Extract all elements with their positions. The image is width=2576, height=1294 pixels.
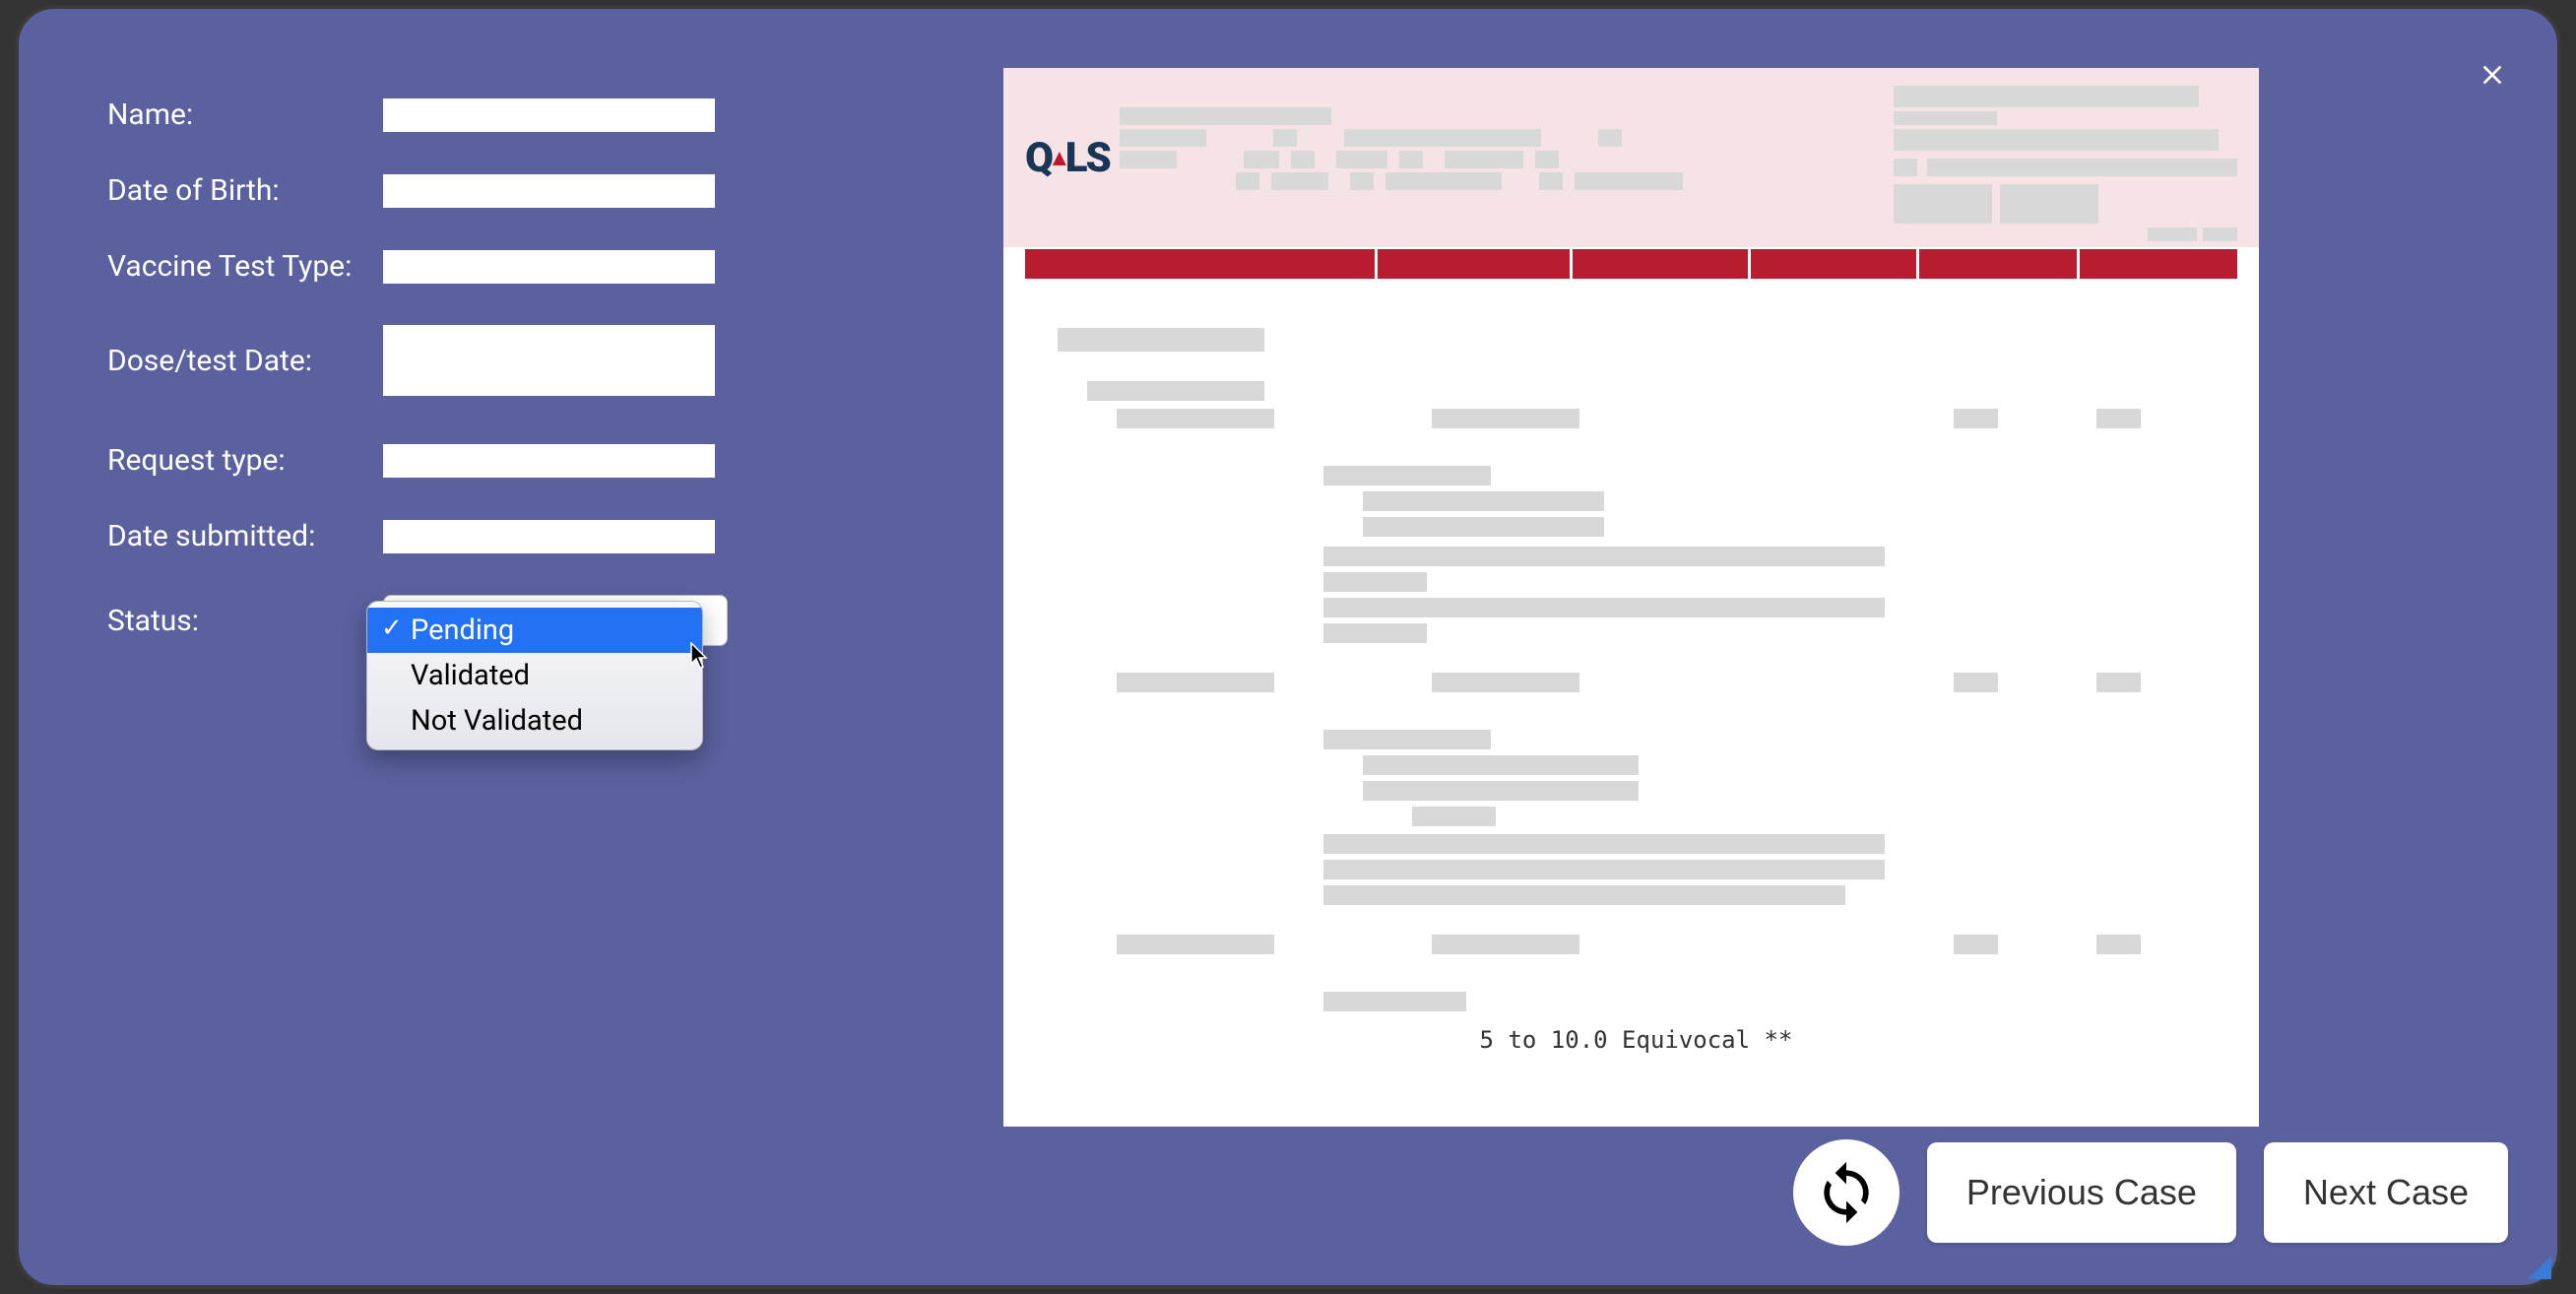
- qls-logo: Q▲LS: [1025, 86, 1110, 241]
- document-body: 5 to 10.0 Equivocal **: [1003, 279, 2259, 1073]
- close-button[interactable]: [2477, 58, 2508, 97]
- document-footer-text: 5 to 10.0 Equivocal **: [1058, 1026, 2215, 1054]
- vaccine-type-label: Vaccine Test Type:: [107, 249, 383, 284]
- date-submitted-input[interactable]: [383, 520, 715, 553]
- request-type-label: Request type:: [107, 443, 383, 478]
- dose-date-input[interactable]: [383, 325, 715, 396]
- refresh-button[interactable]: [1793, 1139, 1900, 1246]
- document-preview: Q▲LS: [1003, 68, 2259, 1127]
- refresh-icon: [1813, 1159, 1880, 1226]
- case-modal: Name: Date of Birth: Vaccine Test Type: …: [15, 5, 2561, 1289]
- name-input[interactable]: [383, 98, 715, 132]
- status-option-pending[interactable]: Pending: [367, 608, 702, 653]
- vaccine-type-input[interactable]: [383, 250, 715, 284]
- status-label: Status:: [107, 604, 383, 638]
- previous-case-button[interactable]: Previous Case: [1927, 1142, 2236, 1243]
- status-option-validated[interactable]: Validated: [367, 653, 702, 698]
- resize-handle[interactable]: [2528, 1256, 2551, 1279]
- dose-date-label: Dose/test Date:: [107, 344, 383, 378]
- name-label: Name:: [107, 97, 383, 132]
- next-case-button[interactable]: Next Case: [2264, 1142, 2508, 1243]
- close-icon: [2477, 59, 2508, 91]
- document-red-bar: [1003, 249, 2259, 279]
- request-type-input[interactable]: [383, 444, 715, 478]
- dob-input[interactable]: [383, 174, 715, 208]
- date-submitted-label: Date submitted:: [107, 519, 383, 553]
- status-dropdown-menu: Pending Validated Not Validated: [366, 601, 703, 750]
- form-section: Name: Date of Birth: Vaccine Test Type: …: [107, 68, 728, 1137]
- status-option-not-validated[interactable]: Not Validated: [367, 698, 702, 744]
- status-select[interactable]: Pending Validated Not Validated: [383, 595, 728, 646]
- document-header: Q▲LS: [1003, 68, 2259, 247]
- footer-buttons: Previous Case Next Case: [1793, 1139, 2508, 1246]
- dob-label: Date of Birth:: [107, 173, 383, 208]
